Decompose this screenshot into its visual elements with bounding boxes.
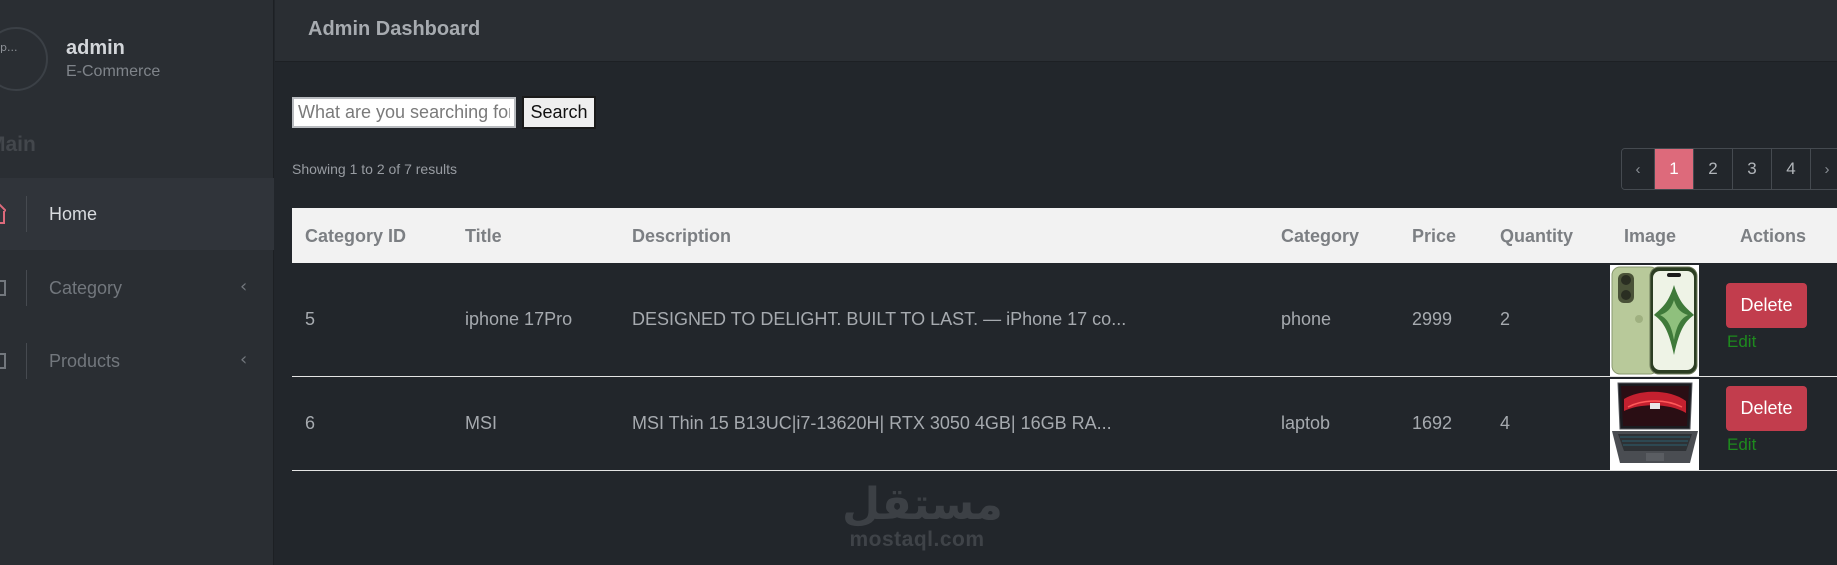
cell-category: phone	[1281, 309, 1332, 329]
avatar[interactable]: p...	[0, 27, 48, 91]
pagination-page-1[interactable]: 1	[1655, 149, 1694, 189]
cell-title: iphone 17Pro	[465, 309, 573, 329]
sidebar-item-label: Home	[49, 204, 98, 224]
cell-description: MSI Thin 15 B13UC|i7-13620H| RTX 3050 4G…	[632, 413, 1112, 433]
chevron-left-icon[interactable]: ‹	[240, 276, 247, 297]
search-input[interactable]	[292, 97, 516, 128]
iphone-image-graphic	[1610, 265, 1699, 376]
sidebar-item-label: Products	[49, 351, 121, 371]
chevron-left-icon[interactable]: ‹	[240, 349, 247, 370]
home-icon	[0, 203, 6, 224]
results-summary: Showing 1 to 2 of 7 results	[292, 161, 457, 177]
pagination-next-button[interactable]: ›	[1811, 149, 1837, 189]
cell-description: DESIGNED TO DELIGHT. BUILT TO LAST. — iP…	[632, 309, 1127, 329]
cell-quantity: 2	[1500, 309, 1511, 329]
sidebar-item-products[interactable]: Products ‹	[0, 325, 274, 397]
pagination-page-3[interactable]: 3	[1733, 149, 1772, 189]
column-header-actions: Actions	[1740, 226, 1807, 246]
products-icon	[0, 353, 6, 369]
sidebar-item-home[interactable]: Home	[0, 178, 274, 250]
top-header: Admin Dashboard	[275, 0, 1837, 62]
cell-title: MSI	[465, 413, 498, 433]
search-button[interactable]: Search	[522, 96, 596, 129]
nav-separator	[26, 343, 27, 379]
page-title: Admin Dashboard	[308, 18, 481, 40]
profile-name: admin	[66, 37, 125, 59]
watermark-logo: مستقل mostaql.com	[842, 479, 1003, 552]
column-header-title: Title	[465, 226, 502, 246]
cell-category: laptob	[1281, 413, 1331, 433]
cell-price: 2999	[1412, 309, 1453, 329]
sidebar: p... admin E-Commerce Main Home Category…	[0, 0, 274, 565]
column-header-category-id: Category ID	[305, 226, 407, 246]
sidebar-item-category[interactable]: Category ‹	[0, 252, 274, 324]
products-table: Category ID Title Description Category P…	[292, 208, 1837, 471]
section-header-label: Main	[0, 133, 36, 156]
table-row: 6 MSI MSI Thin 15 B13UC|i7-13620H| RTX 3…	[292, 377, 1837, 471]
column-header-category: Category	[1281, 226, 1360, 246]
nav-separator	[26, 270, 27, 306]
iphone-product-image	[1610, 265, 1699, 376]
pagination-prev-button[interactable]: ‹	[1622, 149, 1655, 189]
pagination-page-4[interactable]: 4	[1772, 149, 1811, 189]
table-row: 5 iphone 17Pro DESIGNED TO DELIGHT. BUIL…	[292, 263, 1837, 377]
table-header-row: Category ID Title Description Category P…	[292, 208, 1837, 263]
laptop-image-graphic	[1610, 379, 1699, 470]
watermark-arabic: مستقل	[842, 479, 1003, 530]
column-header-quantity: Quantity	[1500, 226, 1574, 246]
profile-role: E-Commerce	[66, 63, 161, 80]
user-profile: p... admin E-Commerce	[0, 0, 274, 122]
category-icon	[0, 280, 6, 296]
edit-link[interactable]: Edit	[1727, 435, 1756, 455]
avatar-alt-text: p...	[0, 41, 18, 54]
watermark-latin: mostaql.com	[849, 528, 985, 551]
column-header-price: Price	[1412, 226, 1457, 246]
cell-category-id: 6	[305, 413, 316, 433]
cell-price: 1692	[1412, 413, 1453, 433]
laptop-product-image	[1610, 379, 1699, 470]
pagination-page-2[interactable]: 2	[1694, 149, 1733, 189]
column-header-description: Description	[632, 226, 732, 246]
cell-category-id: 5	[305, 309, 316, 329]
column-header-image: Image	[1624, 226, 1677, 246]
nav-separator	[26, 196, 27, 232]
pagination: ‹ 1 2 3 4 ›	[1621, 148, 1837, 190]
delete-button[interactable]: Delete	[1726, 386, 1807, 431]
delete-button[interactable]: Delete	[1726, 283, 1807, 328]
sidebar-item-label: Category	[49, 278, 123, 298]
edit-link[interactable]: Edit	[1727, 332, 1756, 352]
sidebar-section-header: Main	[0, 133, 36, 157]
cell-quantity: 4	[1500, 413, 1511, 433]
